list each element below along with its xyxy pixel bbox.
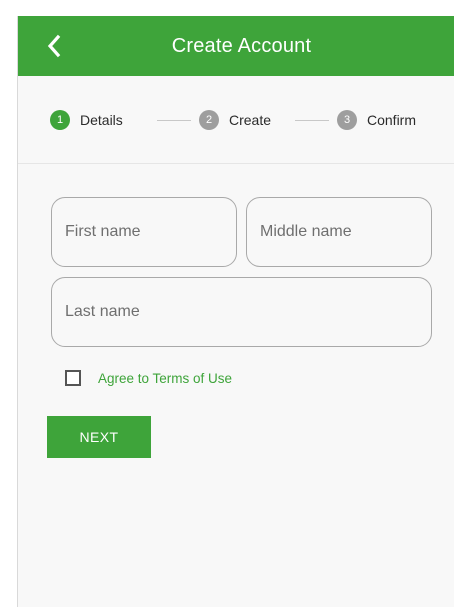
step-details: 1 Details <box>50 109 123 131</box>
step-label: Details <box>80 112 123 128</box>
middle-name-field[interactable] <box>246 197 432 267</box>
back-button[interactable] <box>36 28 72 64</box>
step-number-badge: 1 <box>50 110 70 130</box>
first-name-input[interactable] <box>65 223 236 241</box>
middle-name-input[interactable] <box>260 223 431 241</box>
chevron-left-icon <box>47 34 61 58</box>
step-connector <box>157 120 191 121</box>
last-name-field[interactable] <box>51 277 432 347</box>
terms-link[interactable]: Agree to Terms of Use <box>98 371 232 386</box>
first-name-field[interactable] <box>51 197 237 267</box>
step-connector <box>295 120 329 121</box>
create-account-screen: Create Account 1 Details 2 Create 3 Conf… <box>17 16 454 607</box>
page-title: Create Account <box>171 34 312 57</box>
progress-stepper: 1 Details 2 Create 3 Confirm <box>18 76 454 164</box>
last-name-input[interactable] <box>65 303 431 321</box>
step-label: Confirm <box>367 112 417 128</box>
app-bar: Create Account <box>18 16 454 76</box>
step-create: 2 Create <box>199 109 271 131</box>
next-button[interactable]: NEXT <box>47 416 151 458</box>
terms-row: Agree to Terms of Use <box>65 370 232 386</box>
step-number-badge: 2 <box>199 110 219 130</box>
step-label: Create <box>229 112 272 128</box>
terms-checkbox[interactable] <box>65 370 81 386</box>
step-number-badge: 3 <box>337 110 357 130</box>
step-confirm: 3 Confirm <box>337 109 416 131</box>
